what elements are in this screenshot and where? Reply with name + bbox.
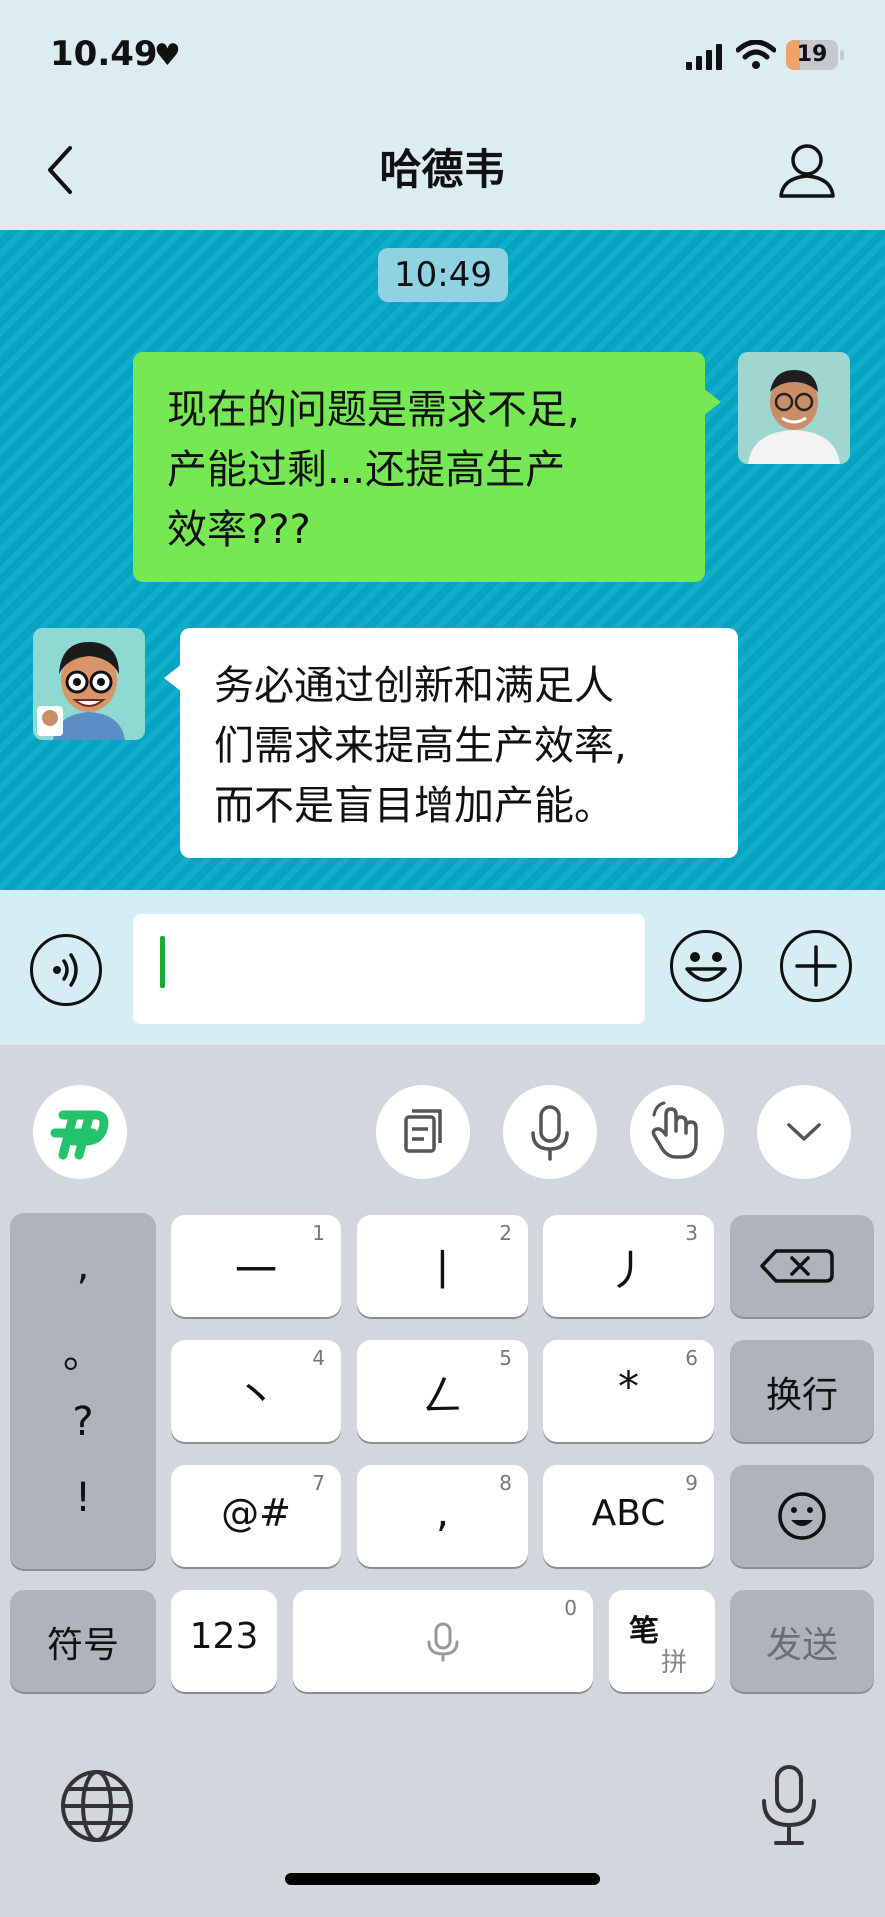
my-avatar[interactable] xyxy=(738,352,850,464)
keyboard: , 。 ? ! 1 一 2 丨 3 丿 4 丶 5 ㄥ 6 * 换行 7 @# … xyxy=(0,1045,885,1917)
key-label: 符号 xyxy=(46,1625,119,1666)
punct-exclaim[interactable]: ! xyxy=(10,1475,156,1521)
message-line: 们需求来提高生产效率, xyxy=(214,723,627,769)
home-indicator[interactable] xyxy=(285,1873,600,1885)
punctuation-panel[interactable]: , 。 ? ! xyxy=(10,1213,156,1569)
handwriting-button[interactable] xyxy=(630,1085,724,1179)
chat-area[interactable]: 10:49 现在的问题是需求不足, 产能过剩...还提高生产 效率??? 务必通… xyxy=(0,230,885,890)
voice-wave-icon xyxy=(53,953,78,987)
dictation-microphone-icon[interactable] xyxy=(750,1761,828,1851)
input-bar xyxy=(0,890,885,1045)
user-avatar-icon xyxy=(738,352,850,464)
contact-avatar[interactable] xyxy=(33,628,145,740)
message-line: 现在的问题是需求不足, xyxy=(167,387,580,433)
key-label: 发送 xyxy=(765,1625,838,1666)
battery-cap xyxy=(840,50,844,60)
key-2[interactable]: 2 丨 xyxy=(357,1215,528,1317)
top-bar: 10.49 ♥ 19 哈德韦 xyxy=(0,0,885,230)
symbols-key[interactable]: 符号 xyxy=(10,1590,156,1692)
key-label: 笔 xyxy=(629,1614,659,1649)
key-number-hint: 9 xyxy=(685,1471,698,1495)
key-label: 换行 xyxy=(765,1375,838,1416)
clipboard-icon xyxy=(404,1109,442,1153)
plus-icon xyxy=(795,945,837,987)
space-key[interactable]: 0 xyxy=(293,1590,593,1692)
key-label: 丶 xyxy=(234,1371,277,1420)
key-label: * xyxy=(618,1362,639,1411)
key-label: 丨 xyxy=(421,1246,464,1295)
key-label: 一 xyxy=(234,1246,277,1295)
key-label: ABC xyxy=(591,1493,666,1534)
status-time: 10.49 xyxy=(50,34,158,74)
heart-icon: ♥ xyxy=(154,38,181,73)
message-line: 效率??? xyxy=(167,507,311,553)
message-line: 务必通过创新和满足人 xyxy=(214,663,614,709)
numbers-key[interactable]: 123 xyxy=(171,1590,277,1692)
microphone-icon xyxy=(531,1105,569,1161)
voice-input-button[interactable] xyxy=(30,934,102,1006)
keyboard-logo-button[interactable] xyxy=(33,1085,127,1179)
smiley-icon xyxy=(685,952,727,982)
message-input[interactable] xyxy=(133,914,645,1024)
newline-key[interactable]: 换行 xyxy=(730,1340,874,1442)
key-9[interactable]: 9 ABC xyxy=(543,1465,714,1567)
backspace-icon xyxy=(760,1249,834,1283)
emoji-button[interactable] xyxy=(670,930,742,1002)
message-line: 而不是盲目增加产能。 xyxy=(214,783,614,829)
key-8[interactable]: 8 , xyxy=(357,1465,528,1567)
punct-question[interactable]: ? xyxy=(10,1399,156,1445)
message-timestamp: 10:49 xyxy=(378,248,508,302)
more-options-button[interactable] xyxy=(780,930,852,1002)
cellular-signal-icon xyxy=(686,44,722,70)
send-key[interactable]: 发送 xyxy=(730,1590,874,1692)
sent-message-bubble[interactable]: 现在的问题是需求不足, 产能过剩...还提高生产 效率??? xyxy=(133,352,721,582)
text-cursor xyxy=(160,936,165,988)
smiley-icon xyxy=(778,1492,826,1540)
key-7[interactable]: 7 @# xyxy=(171,1465,341,1567)
chevron-down-icon xyxy=(787,1123,821,1141)
key-1[interactable]: 1 一 xyxy=(171,1215,341,1317)
stroke-pinyin-switch-key[interactable]: 笔 拼 xyxy=(609,1590,715,1692)
key-label: , xyxy=(435,1487,450,1536)
key-label-secondary: 拼 xyxy=(661,1648,688,1678)
delete-key[interactable] xyxy=(730,1215,874,1317)
key-3[interactable]: 3 丿 xyxy=(543,1215,714,1317)
key-label: 123 xyxy=(189,1616,259,1657)
battery-percentage: 19 xyxy=(796,42,828,67)
key-5[interactable]: 5 ㄥ xyxy=(357,1340,528,1442)
contact-profile-icon[interactable] xyxy=(775,138,839,202)
punct-comma[interactable]: , xyxy=(10,1243,156,1289)
key-6[interactable]: 6 * xyxy=(543,1340,714,1442)
punct-period[interactable]: 。 xyxy=(10,1321,156,1379)
key-label: 丿 xyxy=(607,1246,650,1295)
wifi-icon xyxy=(736,40,776,69)
message-line: 产能过剩...还提高生产 xyxy=(167,447,566,493)
key-label: ㄥ xyxy=(421,1371,464,1420)
key-4[interactable]: 4 丶 xyxy=(171,1340,341,1442)
emoji-key[interactable] xyxy=(730,1465,874,1567)
chat-title: 哈德韦 xyxy=(379,145,506,194)
globe-icon[interactable] xyxy=(58,1767,136,1845)
keyboard-app-logo-icon xyxy=(50,1110,109,1160)
cartoon-avatar-icon xyxy=(33,628,145,740)
collapse-keyboard-button[interactable] xyxy=(757,1085,851,1179)
hand-gesture-icon xyxy=(651,1101,698,1159)
key-number-hint: 0 xyxy=(564,1596,577,1620)
microphone-icon xyxy=(427,1622,459,1662)
battery-icon: 19 xyxy=(786,40,838,70)
received-message-bubble[interactable]: 务必通过创新和满足人 们需求来提高生产效率, 而不是盲目增加产能。 xyxy=(164,628,738,858)
key-label: @# xyxy=(221,1491,291,1535)
voice-typing-button[interactable] xyxy=(503,1085,597,1179)
clipboard-button[interactable] xyxy=(376,1085,470,1179)
